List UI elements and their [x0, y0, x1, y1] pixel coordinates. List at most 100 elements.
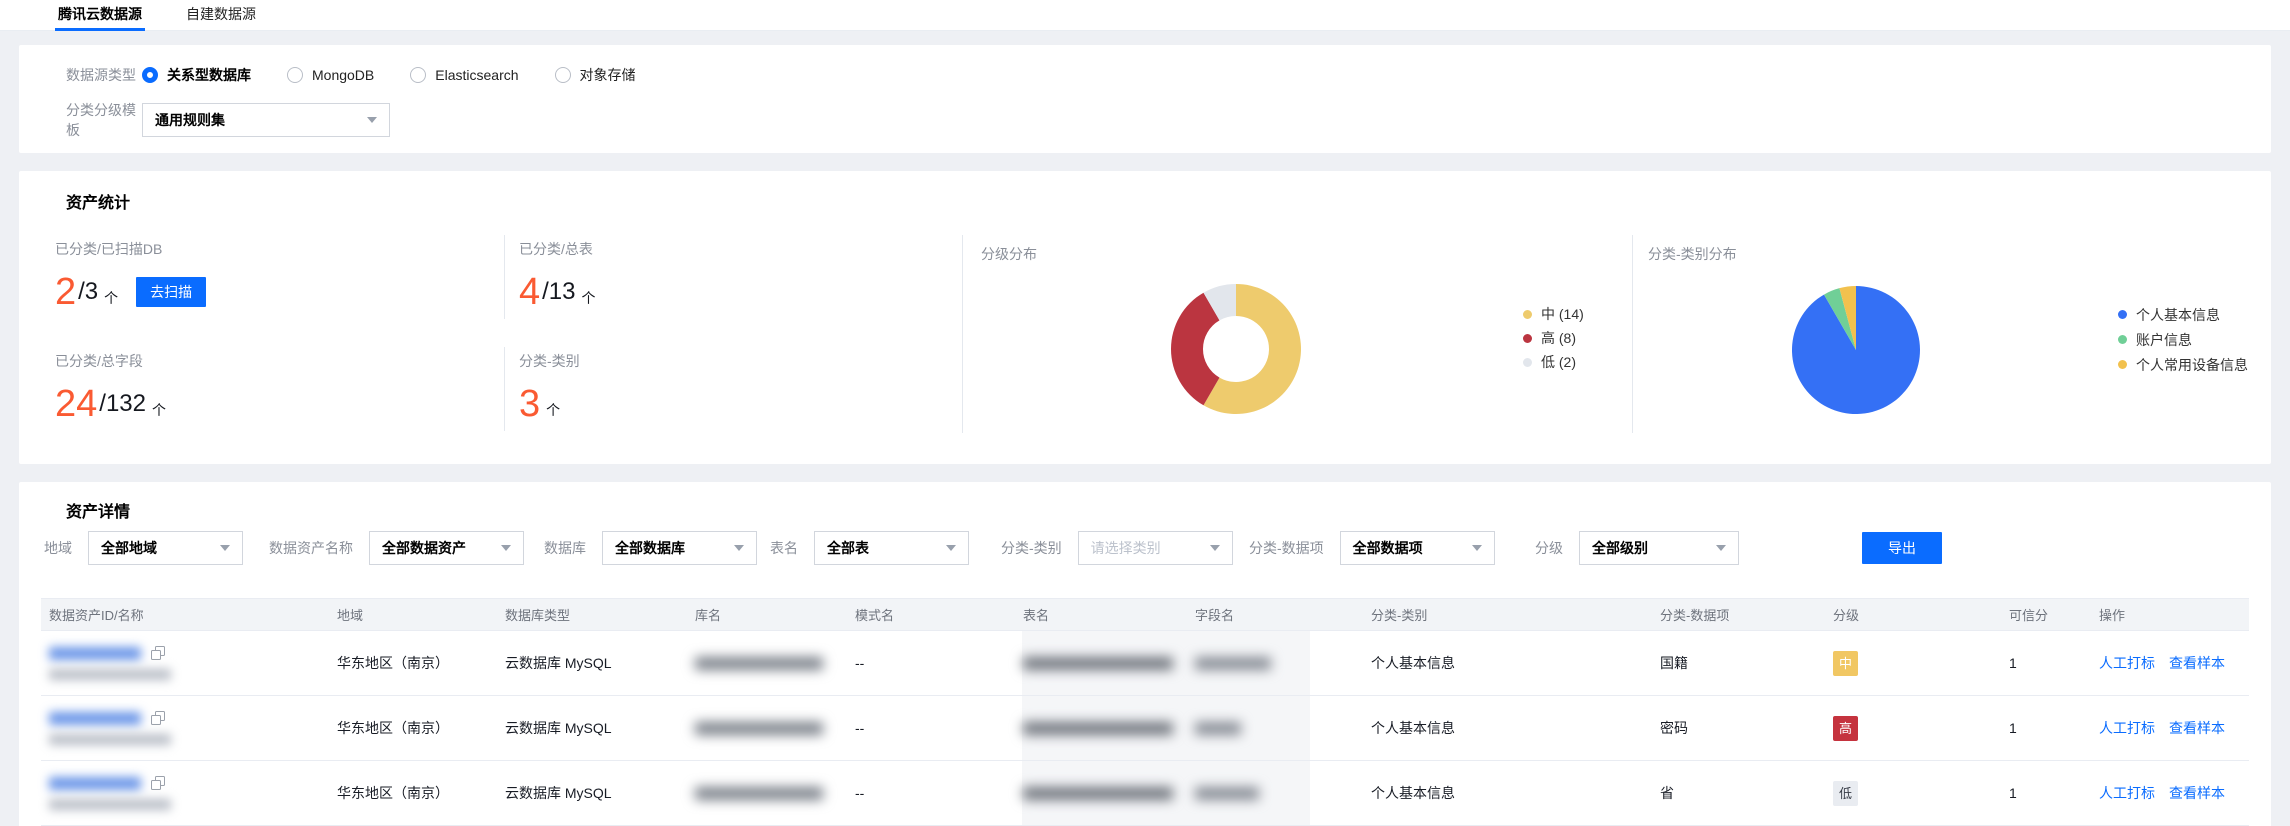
cell-score: 1 [2009, 720, 2017, 736]
col-asset-id: 数据资产ID/名称 [49, 608, 144, 623]
radio-label: Elasticsearch [435, 67, 519, 83]
tab-self-built-datasource[interactable]: 自建数据源 [183, 0, 259, 31]
filter-label: 表名 [770, 540, 798, 556]
radio-mongodb[interactable]: MongoDB [287, 67, 374, 83]
category-distribution-pie-chart [1776, 270, 1936, 430]
legend-dot [2118, 360, 2127, 369]
template-select[interactable]: 通用规则集 [142, 103, 390, 137]
template-select-value: 通用规则集 [155, 112, 225, 128]
stat-value: 3 [519, 383, 541, 425]
legend-item: 账户信息 [2118, 327, 2248, 352]
col-schema: 模式名 [855, 608, 895, 623]
category-distribution-title: 分类-类别分布 [1648, 246, 1737, 262]
redacted-field-name [1195, 786, 1259, 800]
level-distribution-title: 分级分布 [981, 246, 1037, 262]
export-button[interactable]: 导出 [1862, 532, 1942, 564]
manual-tag-link[interactable]: 人工打标 [2099, 718, 2155, 738]
asset-statistics-card: 资产统计 已分类/已扫描DB 2 /3 个 去扫描 已分类/总表 4 /13 个… [19, 171, 2271, 464]
legend-dot [1523, 309, 1532, 319]
data-item-select[interactable]: 全部数据项 [1339, 531, 1495, 565]
level-distribution-donut-chart [1156, 269, 1316, 429]
legend-item: 个人基本信息 [2118, 302, 2248, 327]
radio-relational-db[interactable]: 关系型数据库 [142, 65, 251, 85]
cell-schema: -- [855, 720, 865, 736]
manual-tag-link[interactable]: 人工打标 [2099, 653, 2155, 673]
manual-tag-link[interactable]: 人工打标 [2099, 783, 2155, 803]
template-label: 分类分级模板 [66, 102, 136, 138]
divider [504, 347, 505, 431]
select-placeholder: 请选择类别 [1090, 540, 1161, 556]
copy-icon[interactable] [151, 646, 166, 661]
legend-label: 账户信息 [2136, 331, 2192, 348]
select-value: 全部地域 [101, 540, 157, 556]
legend-item: 低 (2) [1523, 350, 1584, 374]
category-distribution-legend: 个人基本信息 账户信息 个人常用设备信息 [2118, 302, 2248, 377]
table-header: 数据资产ID/名称 地域 数据库类型 库名 模式名 表名 字段名 分类-类别 分… [41, 598, 2249, 631]
cell-score: 1 [2009, 785, 2017, 801]
stat-total-fields: 已分类/总字段 24 /132 个 [55, 351, 166, 423]
table-row: 华东地区（南京） 云数据库 MySQL -- 个人基本信息 密码 高 1 人工打… [41, 696, 2249, 761]
tab-tencent-cloud-datasource[interactable]: 腾讯云数据源 [55, 0, 145, 31]
cell-category: 个人基本信息 [1371, 785, 1455, 801]
redacted-asset-name [49, 734, 171, 745]
col-db-type: 数据库类型 [505, 608, 571, 623]
col-score: 可信分 [2009, 608, 2049, 623]
stat-label: 已分类/已扫描DB [55, 241, 163, 257]
level-select[interactable]: 全部级别 [1579, 531, 1739, 565]
datasource-filter-card: 数据源类型 关系型数据库 MongoDB Elasticsearch 对象存储 … [19, 45, 2271, 153]
copy-icon[interactable] [151, 711, 166, 726]
redacted-field-name [1195, 656, 1271, 670]
radio-elasticsearch[interactable]: Elasticsearch [410, 67, 519, 83]
stat-scanned-db: 已分类/已扫描DB 2 /3 个 去扫描 [55, 239, 207, 311]
divider [504, 235, 505, 319]
table-row: 华东地区（南京） 云数据库 MySQL -- 个人基本信息 国籍 中 1 人工打… [41, 631, 2249, 696]
stat-total-tables: 已分类/总表 4 /13 个 [519, 239, 596, 311]
category-select[interactable]: 请选择类别 [1077, 531, 1233, 565]
col-level: 分级 [1833, 608, 1860, 623]
legend-dot [2118, 335, 2127, 344]
select-value: 全部数据项 [1352, 540, 1423, 556]
view-sample-link[interactable]: 查看样本 [2169, 783, 2225, 803]
legend-label: 低 (2) [1541, 354, 1576, 370]
datasource-type-label: 数据源类型 [66, 67, 136, 83]
col-table: 表名 [1023, 608, 1050, 623]
radio-icon [554, 67, 571, 83]
tabs: 腾讯云数据源 自建数据源 [55, 0, 259, 31]
divider [1632, 235, 1633, 433]
filter-table-name: 表名 全部表 [770, 531, 969, 565]
level-badge-high: 高 [1833, 715, 1858, 741]
cell-db-type: 云数据库 MySQL [505, 655, 612, 671]
legend-label: 中 (14) [1541, 306, 1584, 322]
level-badge-medium: 中 [1833, 650, 1858, 676]
radio-checked-icon [142, 67, 158, 83]
radio-icon [287, 67, 303, 83]
divider [962, 235, 963, 433]
stat-total: /3 [78, 278, 99, 305]
legend-dot [2118, 310, 2127, 319]
asset-details-card: 资产详情 地域 全部地域 数据资产名称 全部数据资产 数据库 全部数据库 表名 … [19, 482, 2271, 826]
table-name-select[interactable]: 全部表 [814, 531, 969, 565]
filter-label: 数据库 [544, 540, 586, 556]
database-select[interactable]: 全部数据库 [602, 531, 757, 565]
redacted-table-name [1023, 721, 1173, 735]
cell-score: 1 [2009, 655, 2017, 671]
view-sample-link[interactable]: 查看样本 [2169, 718, 2225, 738]
scan-button[interactable]: 去扫描 [136, 277, 207, 307]
copy-icon[interactable] [151, 776, 166, 791]
col-data-item: 分类-数据项 [1660, 608, 1730, 623]
col-field: 字段名 [1195, 608, 1235, 623]
view-sample-link[interactable]: 查看样本 [2169, 653, 2225, 673]
radio-label: MongoDB [312, 67, 375, 83]
cell-region: 华东地区（南京） [337, 655, 449, 671]
select-value: 全部级别 [1592, 540, 1648, 556]
legend-label: 个人基本信息 [2136, 306, 2220, 323]
asset-table: 数据资产ID/名称 地域 数据库类型 库名 模式名 表名 字段名 分类-类别 分… [41, 598, 2249, 826]
stat-label: 分类-类别 [519, 353, 580, 369]
radio-object-storage[interactable]: 对象存储 [554, 65, 636, 85]
stat-label: 已分类/总表 [519, 241, 593, 257]
region-select[interactable]: 全部地域 [88, 531, 243, 565]
asset-name-select[interactable]: 全部数据资产 [369, 531, 524, 565]
col-region: 地域 [337, 608, 364, 623]
filter-region: 地域 全部地域 [44, 531, 243, 565]
legend-dot [1523, 357, 1532, 367]
